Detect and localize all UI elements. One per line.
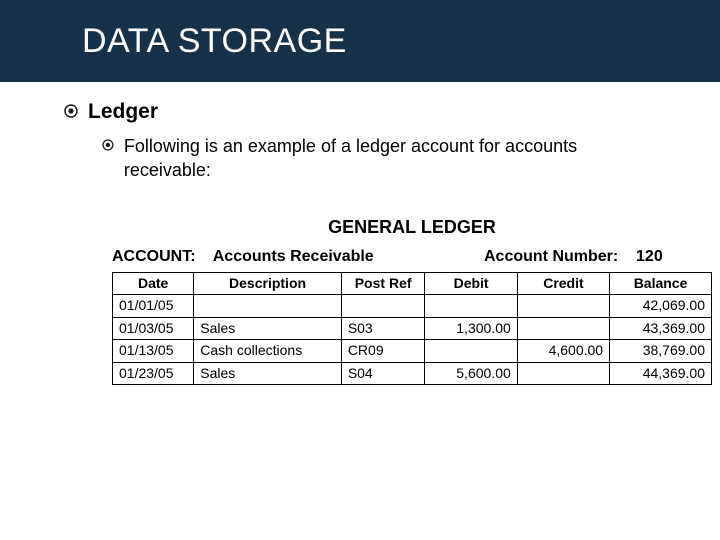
cell-date: 01/13/05 [113,340,194,363]
cell-debit [425,340,517,363]
bullet-icon [102,138,114,150]
col-post-ref: Post Ref [341,272,425,295]
cell-debit: 1,300.00 [425,317,517,340]
ledger-table: Date Description Post Ref Debit Credit B… [112,272,712,386]
cell-date: 01/23/05 [113,362,194,385]
cell-debit [425,295,517,318]
bullet-main-text: Ledger [88,100,158,124]
col-description: Description [194,272,342,295]
cell-date: 01/01/05 [113,295,194,318]
cell-credit: 4,600.00 [517,340,609,363]
ledger-account-line: ACCOUNT: Accounts Receivable Account Num… [112,248,712,266]
account-number: 120 [636,248,663,265]
cell-post-ref: S04 [341,362,425,385]
account-number-label: Account Number: [484,248,618,265]
bullet-icon [64,104,78,118]
cell-balance: 42,069.00 [610,295,712,318]
ledger-title: GENERAL LEDGER [112,217,712,238]
col-balance: Balance [610,272,712,295]
cell-balance: 38,769.00 [610,340,712,363]
col-date: Date [113,272,194,295]
bullet-sub-text: Following is an example of a ledger acco… [124,134,662,183]
table-row: 01/01/05 42,069.00 [113,295,712,318]
cell-balance: 44,369.00 [610,362,712,385]
account-label: ACCOUNT: [112,248,196,265]
table-row: 01/23/05SalesS045,600.00 44,369.00 [113,362,712,385]
cell-balance: 43,369.00 [610,317,712,340]
cell-post-ref: CR09 [341,340,425,363]
content-area: Ledger Following is an example of a ledg… [0,82,720,385]
bullet-sub-row: Following is an example of a ledger acco… [102,134,662,183]
cell-description [194,295,342,318]
cell-post-ref: S03 [341,317,425,340]
cell-credit [517,295,609,318]
cell-description: Sales [194,317,342,340]
col-credit: Credit [517,272,609,295]
cell-post-ref [341,295,425,318]
cell-credit [517,362,609,385]
account-name: Accounts Receivable [213,248,374,265]
title-band: DATA STORAGE [0,0,720,82]
bullet-main-row: Ledger [64,100,720,124]
ledger-block: GENERAL LEDGER ACCOUNT: Accounts Receiva… [112,217,712,386]
cell-description: Cash collections [194,340,342,363]
table-header-row: Date Description Post Ref Debit Credit B… [113,272,712,295]
cell-credit [517,317,609,340]
cell-description: Sales [194,362,342,385]
col-debit: Debit [425,272,517,295]
ledger-tbody: 01/01/0542,069.0001/03/05SalesS031,300.0… [113,295,712,385]
table-row: 01/03/05SalesS031,300.00 43,369.00 [113,317,712,340]
cell-date: 01/03/05 [113,317,194,340]
cell-debit: 5,600.00 [425,362,517,385]
table-row: 01/13/05Cash collectionsCR09 4,600.0038,7… [113,340,712,363]
slide-title: DATA STORAGE [82,22,347,61]
